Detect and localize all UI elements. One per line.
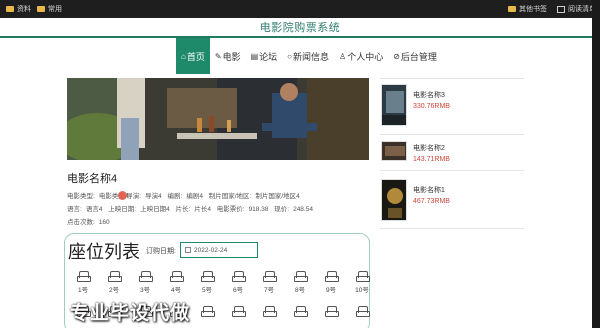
seat-4[interactable]: 4号	[168, 271, 184, 294]
movie-info-row-2: 语言: 语言4 上映日期: 上映日期4 片长: 片长4 电影票价: 918.38 现价:…	[67, 206, 313, 213]
sidebar-movie-item[interactable]: 电影名称2 143.71RMB	[381, 141, 450, 163]
seat-icon	[170, 271, 184, 282]
main-nav: ⌂ 首页 ✎ 电影 ▤ 论坛 ○ 新闻信息 ♙ 个人中心 ⊘ 后台管理	[176, 38, 442, 74]
seat-3[interactable]: 3号	[137, 271, 153, 294]
news-icon: ○	[287, 51, 292, 61]
nav-user-center[interactable]: ♙ 个人中心	[334, 38, 388, 74]
movie-poster	[381, 84, 407, 126]
site-title: 电影院购票系统	[259, 22, 341, 34]
sidebar-movie-item[interactable]: 电影名称1 467.73RMB	[381, 179, 450, 221]
seat-20[interactable]	[354, 306, 370, 317]
bookmark-folder-other[interactable]: 其他书签	[508, 4, 547, 14]
movie-info-row-1: 电影类型: 电影类型4 导演: 导演4 编剧: 编剧4 制片国家/地区: 制片国家/地区…	[67, 191, 300, 200]
nav-home[interactable]: ⌂ 首页	[176, 38, 210, 74]
seat-icon	[325, 271, 339, 282]
order-date-label: 订购日期:	[146, 248, 176, 255]
page-scrollbar[interactable]	[592, 0, 600, 328]
bookmarks-bar: 资料 常用 其他书签 阅读清单	[0, 0, 600, 18]
seat-list-heading: 座位列表	[68, 242, 140, 262]
seat-icon	[108, 271, 122, 282]
seat-2[interactable]: 2号	[106, 271, 122, 294]
seat-icon	[294, 271, 308, 282]
sidebar-movie-item[interactable]: 电影名称3 330.76RMB	[381, 84, 450, 126]
forum-icon: ▤	[250, 51, 259, 61]
seat-7[interactable]: 7号	[261, 271, 277, 294]
folder-icon	[6, 6, 14, 12]
seat-icon	[263, 271, 277, 282]
movie-info-row-3: 点击次数: 160	[67, 219, 110, 226]
movie-poster	[381, 179, 407, 221]
seat-16[interactable]	[230, 306, 246, 317]
seat-icon	[325, 306, 339, 317]
seat-9[interactable]: 9号	[323, 271, 339, 294]
seat-icon	[263, 306, 277, 317]
folder-icon	[37, 6, 45, 12]
seat-17[interactable]	[261, 306, 277, 317]
seat-5[interactable]: 5号	[199, 271, 215, 294]
movie-banner-image	[67, 78, 369, 160]
nav-forum[interactable]: ▤ 论坛	[246, 38, 283, 74]
reading-list-icon	[557, 5, 565, 13]
seat-icon	[201, 306, 215, 317]
seat-1[interactable]: 1号	[75, 271, 91, 294]
bookmark-folder-ziliao[interactable]: 资料	[6, 4, 31, 14]
film-icon: ✎	[214, 51, 222, 61]
admin-icon: ⊘	[393, 51, 400, 61]
seat-icon	[356, 271, 370, 282]
folder-icon	[508, 6, 516, 12]
home-icon: ⌂	[181, 51, 186, 61]
site-header: 电影院购票系统	[0, 18, 600, 36]
seat-10[interactable]: 10号	[354, 271, 370, 294]
seat-6[interactable]: 6号	[230, 271, 246, 294]
seat-icon	[294, 306, 308, 317]
bookmark-folder-changyong[interactable]: 常用	[37, 4, 62, 14]
seat-18[interactable]	[292, 306, 308, 317]
seat-icon	[139, 271, 153, 282]
sidebar-divider	[380, 78, 524, 79]
calendar-icon	[185, 247, 191, 253]
movie-poster	[381, 141, 407, 161]
sidebar-divider	[380, 134, 524, 135]
seat-19[interactable]	[323, 306, 339, 317]
watermark-text: 专业毕设代做	[70, 303, 191, 324]
seat-icon	[77, 271, 91, 282]
seat-15[interactable]	[199, 306, 215, 317]
seat-8[interactable]: 8号	[292, 271, 308, 294]
order-date-input[interactable]: 2022-02-24	[180, 242, 258, 258]
seat-icon	[232, 271, 246, 282]
movie-title: 电影名称4	[67, 173, 118, 185]
sidebar-divider	[380, 170, 524, 171]
seat-icon	[356, 306, 370, 317]
nav-news[interactable]: ○ 新闻信息	[282, 38, 334, 74]
reading-list-button[interactable]: 阅读清单	[557, 4, 596, 14]
nav-film[interactable]: ✎ 电影	[210, 38, 246, 74]
user-icon: ♙	[339, 51, 347, 61]
sidebar-divider	[380, 228, 524, 229]
seat-icon	[201, 271, 215, 282]
seat-icon	[232, 306, 246, 317]
nav-admin[interactable]: ⊘ 后台管理	[388, 38, 442, 74]
